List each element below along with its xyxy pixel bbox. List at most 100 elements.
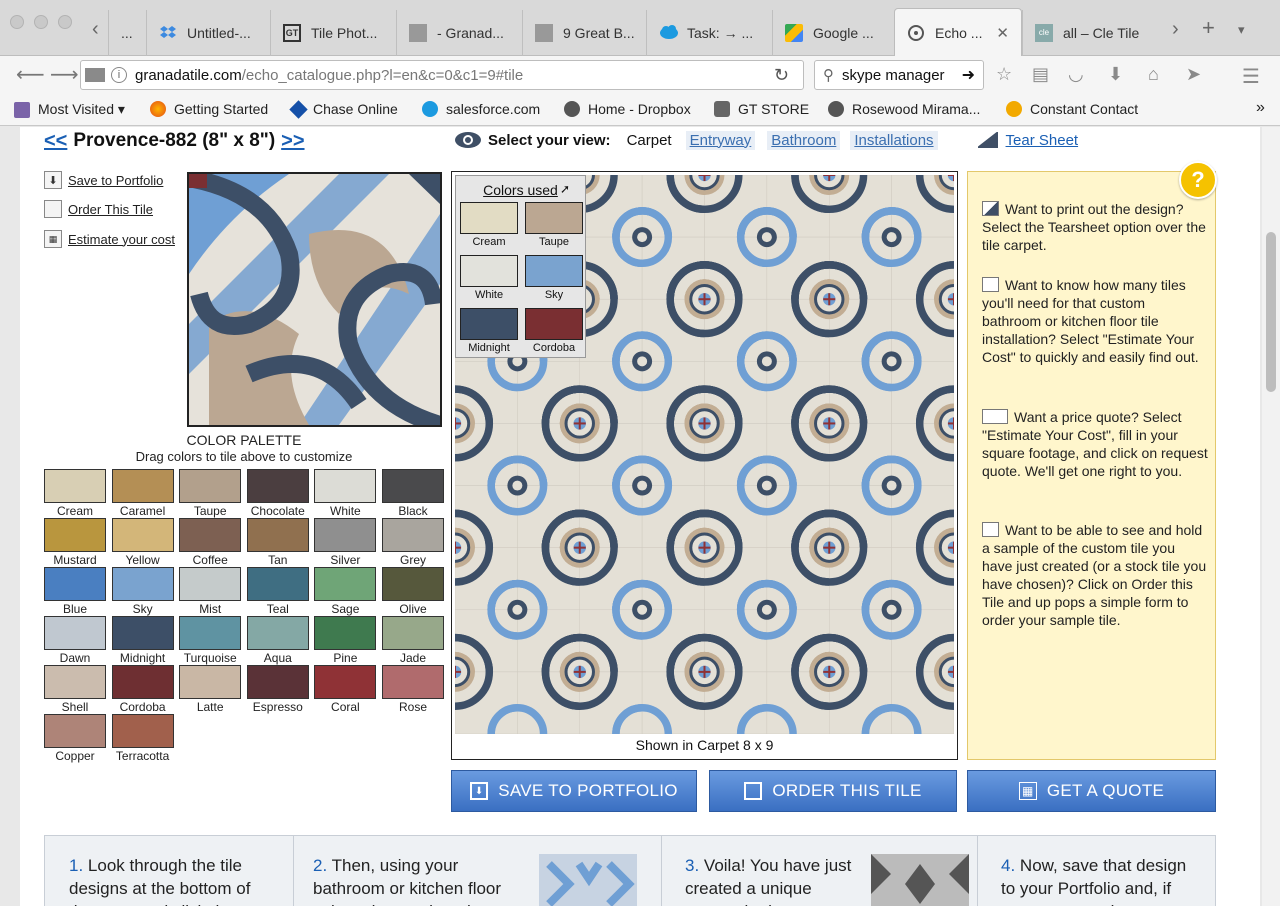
address-bar[interactable]: i granadatile.com/echo_catalogue.php?l=e… (80, 60, 804, 90)
tab-3[interactable]: - Granad... (396, 10, 522, 56)
bookmark-getting-started[interactable]: Getting Started (150, 101, 268, 117)
swatch-grey[interactable]: Grey (382, 518, 444, 567)
bookmarks-overflow-icon[interactable]: » (1256, 99, 1265, 117)
tab-4[interactable]: 9 Great B... (522, 10, 646, 56)
bookmark-gt-store[interactable]: GT STORE (714, 101, 809, 117)
swatch-pine[interactable]: Pine (314, 616, 377, 665)
carpet-medallion (938, 532, 954, 563)
tab-1[interactable]: Untitled-... (146, 10, 270, 56)
next-tile-link[interactable]: >> (281, 130, 304, 153)
tab-list-icon[interactable]: ▾ (1238, 22, 1245, 38)
used-color-cream[interactable]: Cream (460, 202, 518, 248)
swatch-cream[interactable]: Cream (44, 469, 106, 518)
reload-icon[interactable]: ↻ (774, 65, 789, 86)
site-info-icon[interactable]: i (111, 67, 127, 83)
swatch-blue[interactable]: Blue (44, 567, 106, 616)
swatch-teal[interactable]: Teal (246, 567, 309, 616)
swatch-shell[interactable]: Shell (44, 665, 106, 714)
send-icon[interactable]: ➤ (1186, 64, 1201, 85)
pocket-icon[interactable]: ◡ (1068, 64, 1084, 85)
swatch-label: Midnight (119, 651, 166, 665)
tab-7[interactable]: Echo ... ✕ (894, 8, 1022, 56)
zoom-window-button[interactable] (58, 15, 72, 29)
view-option-entryway[interactable]: Entryway (685, 130, 756, 150)
swatch-tan[interactable]: Tan (246, 518, 309, 567)
order-tile-button[interactable]: ORDER THIS TILE (709, 770, 957, 812)
swatch-chocolate[interactable]: Chocolate (246, 469, 309, 518)
bookmark-chase[interactable]: Chase Online (289, 99, 398, 119)
tab-6[interactable]: Google ... (772, 10, 894, 56)
swatch-label: Terracotta (115, 749, 170, 763)
reader-view-icon[interactable] (85, 68, 105, 82)
view-option-bathroom[interactable]: Bathroom (767, 130, 841, 150)
close-tab-icon[interactable]: ✕ (996, 24, 1009, 42)
swatch-mist[interactable]: Mist (179, 567, 242, 616)
tab-scroll-left-icon[interactable]: ‹ (92, 18, 99, 41)
menu-icon[interactable]: ☰ (1242, 64, 1260, 89)
reading-list-icon[interactable]: ▤ (1032, 64, 1049, 85)
used-color-midnight[interactable]: Midnight (460, 308, 518, 354)
swatch-mustard[interactable]: Mustard (44, 518, 106, 567)
tearsheet-link[interactable]: Tear Sheet (1006, 132, 1079, 149)
swatch-coral[interactable]: Coral (314, 665, 377, 714)
save-to-portfolio-link[interactable]: ⬇ Save to Portfolio (44, 171, 163, 189)
swatch-caramel[interactable]: Caramel (111, 469, 174, 518)
tab-0[interactable]: ... (108, 10, 146, 56)
swatch-aqua[interactable]: Aqua (246, 616, 309, 665)
home-icon[interactable]: ⌂ (1148, 64, 1159, 85)
swatch-midnight[interactable]: Midnight (111, 616, 174, 665)
bookmark-label: Most Visited ▾ (38, 101, 125, 117)
tab-5[interactable]: Task: → ... (646, 10, 772, 56)
bookmark-rosewood[interactable]: Rosewood Mirama... (828, 101, 980, 117)
search-go-icon[interactable]: ➜ (962, 65, 975, 85)
close-window-button[interactable] (10, 15, 24, 29)
help-icon[interactable]: ? (1179, 161, 1217, 199)
swatch-yellow[interactable]: Yellow (111, 518, 174, 567)
tab-2[interactable]: GT Tile Phot... (270, 10, 396, 56)
swatch-black[interactable]: Black (382, 469, 444, 518)
view-option-carpet[interactable]: Carpet (627, 132, 672, 149)
tile-preview[interactable] (187, 172, 442, 427)
swatch-latte[interactable]: Latte (179, 665, 242, 714)
tab-8[interactable]: cle all – Cle Tile (1022, 10, 1148, 56)
new-tab-icon[interactable]: + (1202, 15, 1215, 41)
swatch-olive[interactable]: Olive (382, 567, 444, 616)
save-to-portfolio-button[interactable]: ⬇ SAVE TO PORTFOLIO (451, 770, 697, 812)
back-icon[interactable]: ⟵ (16, 62, 45, 87)
used-color-white[interactable]: White (460, 255, 518, 301)
get-quote-button[interactable]: ▦ GET A QUOTE (967, 770, 1216, 812)
scrollbar-thumb[interactable] (1266, 232, 1276, 392)
tab-scroll-right-icon[interactable]: › (1172, 18, 1179, 41)
swatch-rose[interactable]: Rose (382, 665, 444, 714)
page-scrollbar[interactable] (1262, 127, 1280, 906)
swatch-jade[interactable]: Jade (382, 616, 444, 665)
forward-icon[interactable]: ⟶ (50, 62, 79, 87)
search-input[interactable]: ⚲ skype manager ➜ (814, 60, 984, 90)
order-tile-link[interactable]: Order This Tile (44, 200, 153, 218)
swatch-turquoise[interactable]: Turquoise (179, 616, 242, 665)
swatch-copper[interactable]: Copper (44, 714, 106, 763)
bookmark-most-visited[interactable]: Most Visited ▾ (14, 101, 125, 118)
estimate-cost-link[interactable]: ▦ Estimate your cost (44, 230, 175, 248)
prev-tile-link[interactable]: << (44, 130, 67, 153)
bookmark-dropbox[interactable]: Home - Dropbox (564, 101, 691, 117)
bookmark-salesforce[interactable]: salesforce.com (422, 101, 540, 117)
minimize-window-button[interactable] (34, 15, 48, 29)
downloads-icon[interactable]: ⬇ (1108, 64, 1123, 85)
swatch-terracotta[interactable]: Terracotta (111, 714, 174, 763)
used-color-cordoba[interactable]: Cordoba (525, 308, 583, 354)
swatch-silver[interactable]: Silver (314, 518, 377, 567)
swatch-white[interactable]: White (314, 469, 377, 518)
bookmark-star-icon[interactable]: ☆ (996, 64, 1012, 85)
swatch-dawn[interactable]: Dawn (44, 616, 106, 665)
swatch-espresso[interactable]: Espresso (246, 665, 309, 714)
swatch-cordoba[interactable]: Cordoba (111, 665, 174, 714)
swatch-sage[interactable]: Sage (314, 567, 377, 616)
swatch-sky[interactable]: Sky (111, 567, 174, 616)
bookmark-constant-contact[interactable]: Constant Contact (1006, 101, 1138, 117)
used-color-taupe[interactable]: Taupe (525, 202, 583, 248)
view-option-installations[interactable]: Installations (850, 130, 938, 150)
swatch-taupe[interactable]: Taupe (179, 469, 242, 518)
used-color-sky[interactable]: Sky (525, 255, 583, 301)
swatch-coffee[interactable]: Coffee (179, 518, 242, 567)
